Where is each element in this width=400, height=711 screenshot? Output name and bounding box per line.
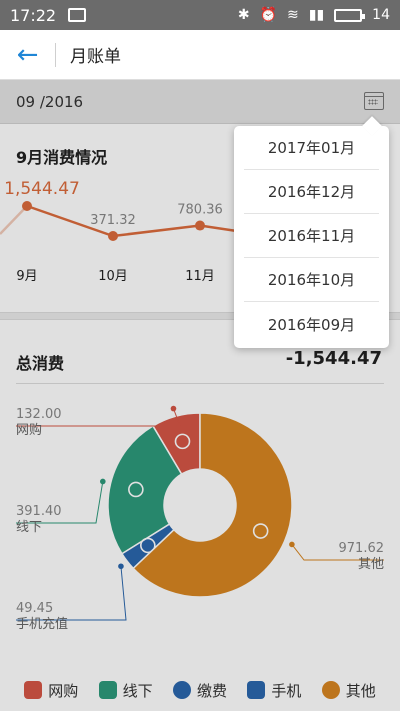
header-divider (55, 42, 56, 67)
app-header: ← 月账单 (0, 30, 400, 80)
month-option[interactable]: 2016年11月 (244, 214, 379, 258)
wifi-icon: ≋ (287, 7, 299, 23)
status-time: 17:22 (10, 5, 57, 25)
battery-icon (334, 8, 366, 22)
month-option[interactable]: 2016年09月 (244, 302, 379, 346)
month-option[interactable]: 2016年12月 (244, 170, 379, 214)
image-notification-icon (68, 8, 87, 22)
arrow-left-icon: ← (16, 39, 39, 70)
back-button[interactable]: ← (0, 30, 55, 80)
month-dropdown: 2017年01月 2016年12月 2016年11月 2016年10月 2016年09月 (234, 126, 389, 348)
battery-level: 14 (372, 7, 390, 23)
status-bar: 17:22 ✱ ⏰ ≋ ▮▮ 14 (0, 0, 400, 30)
alarm-icon: ⏰ (259, 7, 278, 23)
signal-icon: ▮▮ (308, 7, 325, 23)
page-title: 月账单 (70, 47, 121, 67)
bluetooth-icon: ✱ (237, 7, 250, 23)
month-option[interactable]: 2017年01月 (244, 126, 379, 170)
month-option[interactable]: 2016年10月 (244, 258, 379, 302)
